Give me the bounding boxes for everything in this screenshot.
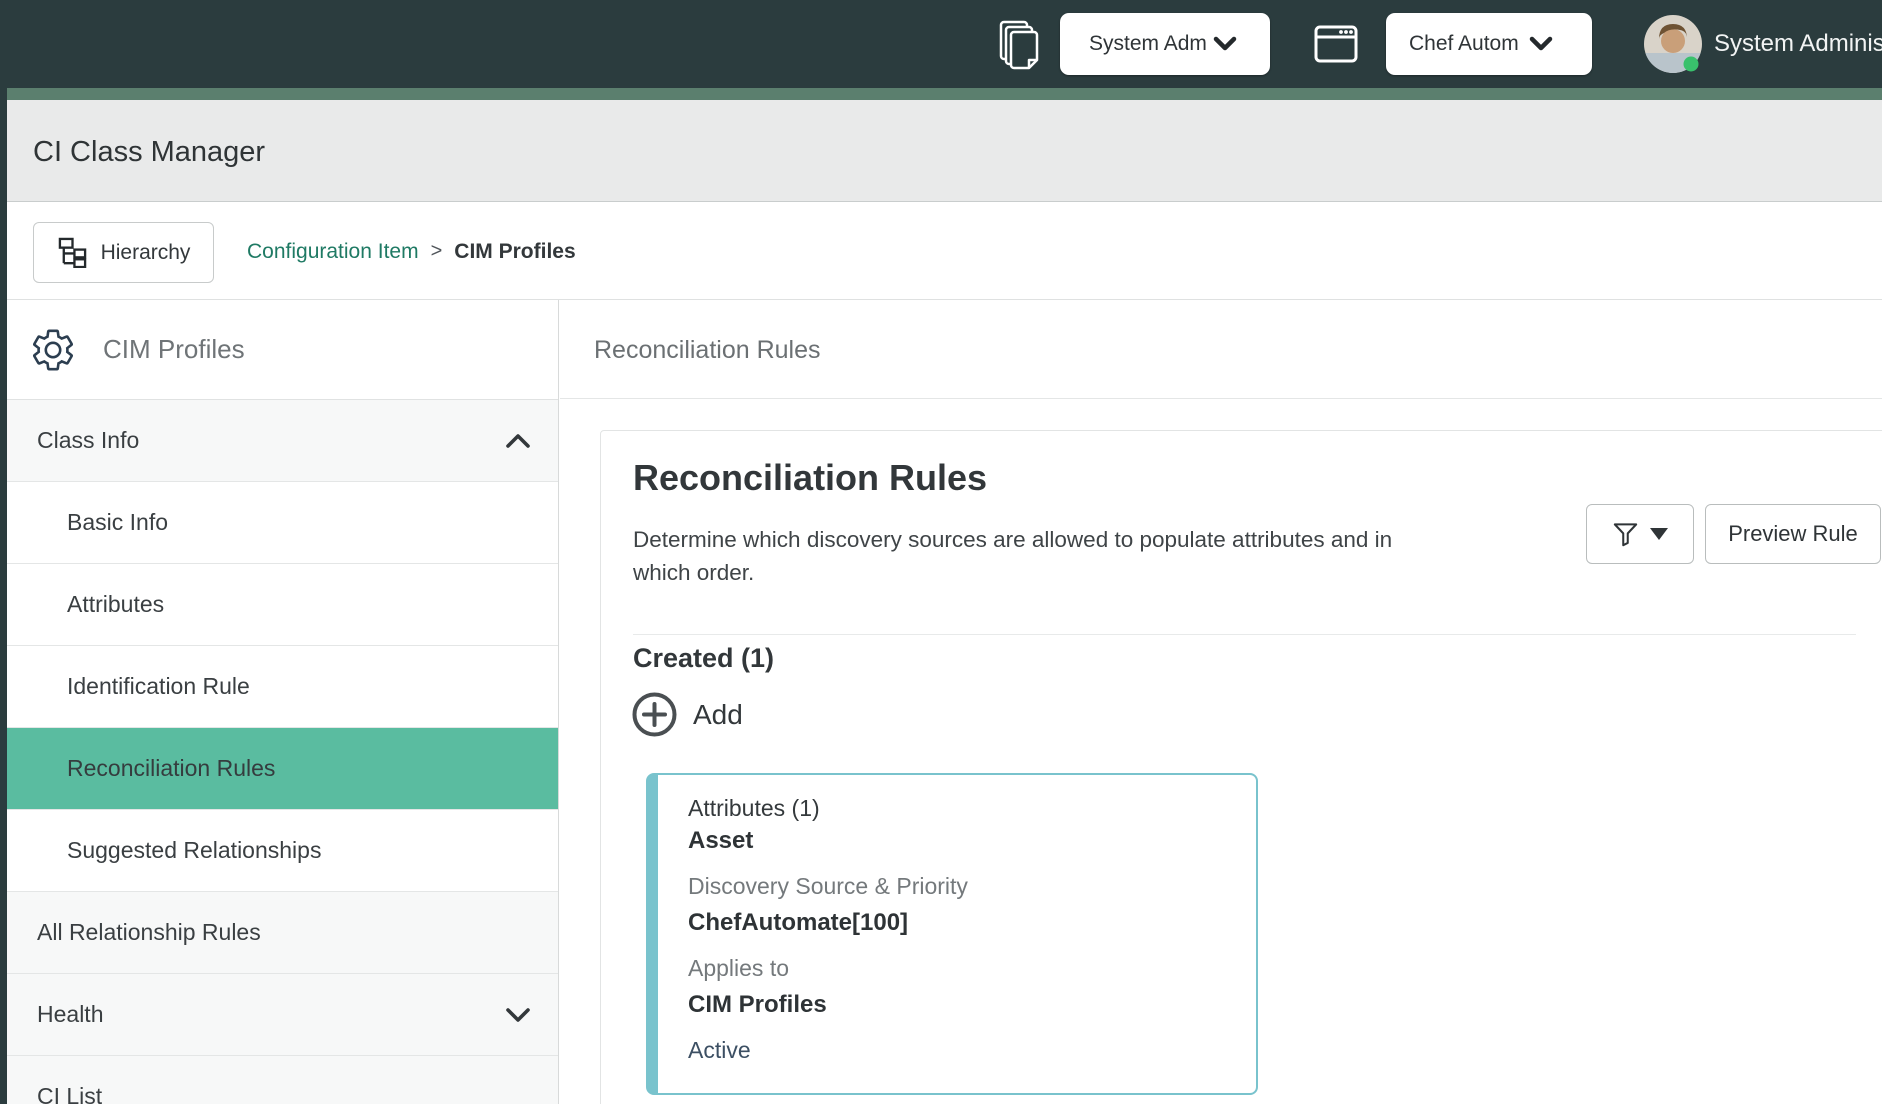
sidebar-item-label: Basic Info bbox=[67, 509, 168, 536]
ci-class-manager-app: System Adm Chef Autom bbox=[0, 0, 1882, 1104]
plus-circle-icon bbox=[631, 691, 678, 738]
hierarchy-icon bbox=[57, 237, 88, 268]
section-divider bbox=[633, 634, 1856, 635]
sidebar-item-health[interactable]: Health bbox=[7, 974, 558, 1056]
page-title: CI Class Manager bbox=[33, 100, 265, 202]
user-menu[interactable]: System Adminis bbox=[1644, 0, 1882, 88]
sidebar-item-label: Reconciliation Rules bbox=[67, 755, 275, 782]
card-description: Determine which discovery sources are al… bbox=[633, 523, 1403, 589]
preview-rule-label: Preview Rule bbox=[1728, 521, 1858, 547]
avatar bbox=[1644, 15, 1702, 73]
rule-attributes-label: Attributes (1) bbox=[688, 795, 820, 822]
reconciliation-rule-item[interactable]: Attributes (1) Asset Discovery Source & … bbox=[646, 773, 1258, 1095]
add-rule-button[interactable]: Add bbox=[631, 691, 743, 738]
page-header: CI Class Manager bbox=[7, 100, 1882, 202]
left-edge-strip bbox=[0, 88, 7, 1104]
hierarchy-button[interactable]: Hierarchy bbox=[33, 222, 214, 283]
rule-status-badge: Active bbox=[688, 1037, 751, 1064]
sidebar-item-label: All Relationship Rules bbox=[37, 919, 261, 946]
breadcrumb-current: CIM Profiles bbox=[454, 240, 575, 264]
sidebar-item-suggested-relationships[interactable]: Suggested Relationships bbox=[7, 810, 558, 892]
sidebar-item-label: Attributes bbox=[67, 591, 164, 618]
caret-down-icon bbox=[1650, 528, 1668, 540]
chevron-down-icon bbox=[1213, 36, 1237, 52]
sidebar: CIM Profiles Class Info Basic Info Attribu… bbox=[7, 300, 559, 1104]
sidebar-item-label: Suggested Relationships bbox=[67, 837, 321, 864]
rule-applies-value: CIM Profiles bbox=[688, 991, 827, 1019]
sidebar-item-class-info[interactable]: Class Info bbox=[7, 400, 558, 482]
sidebar-item-attributes[interactable]: Attributes bbox=[7, 564, 558, 646]
chevron-down-icon bbox=[504, 1006, 532, 1024]
card-title: Reconciliation Rules bbox=[633, 457, 987, 499]
breadcrumb-separator: > bbox=[431, 240, 443, 263]
main-panel-title: Reconciliation Rules bbox=[594, 300, 821, 399]
sidebar-item-label: CI List bbox=[37, 1083, 102, 1104]
sidebar-header: CIM Profiles bbox=[7, 300, 558, 400]
app-scope-dropdown[interactable]: Chef Autom bbox=[1386, 13, 1592, 75]
sidebar-nav: Class Info Basic Info Attributes Identifica… bbox=[7, 400, 558, 1104]
created-heading: Created (1) bbox=[633, 643, 774, 674]
main-panel-header: Reconciliation Rules bbox=[560, 300, 1882, 399]
window-icon[interactable] bbox=[1313, 23, 1359, 65]
sidebar-header-label: CIM Profiles bbox=[103, 334, 245, 365]
funnel-icon bbox=[1612, 521, 1639, 548]
gear-icon bbox=[29, 326, 77, 374]
user-name: System Adminis bbox=[1714, 30, 1882, 58]
add-button-label: Add bbox=[693, 699, 743, 731]
chevron-up-icon bbox=[504, 432, 532, 450]
sidebar-item-label: Health bbox=[37, 1001, 103, 1028]
app-scope-dropdown-value: Chef Autom bbox=[1409, 32, 1521, 56]
rule-source-value: ChefAutomate[100] bbox=[688, 909, 908, 937]
filter-button[interactable] bbox=[1586, 504, 1694, 564]
reconciliation-rules-card: Reconciliation Rules Determine which dis… bbox=[600, 430, 1882, 1104]
accent-strip bbox=[7, 88, 1882, 100]
sidebar-item-label: Class Info bbox=[37, 427, 139, 454]
rule-attributes-value: Asset bbox=[688, 827, 753, 855]
sidebar-item-basic-info[interactable]: Basic Info bbox=[7, 482, 558, 564]
hierarchy-button-label: Hierarchy bbox=[101, 241, 191, 265]
sidebar-item-reconciliation-rules[interactable]: Reconciliation Rules bbox=[7, 728, 558, 810]
preview-rule-button[interactable]: Preview Rule bbox=[1705, 504, 1881, 564]
role-dropdown[interactable]: System Adm bbox=[1060, 13, 1270, 75]
sidebar-item-all-relationship-rules[interactable]: All Relationship Rules bbox=[7, 892, 558, 974]
rule-source-label: Discovery Source & Priority bbox=[688, 873, 968, 900]
breadcrumb: Configuration Item > CIM Profiles bbox=[247, 203, 576, 300]
sidebar-item-ci-list[interactable]: CI List bbox=[7, 1056, 558, 1104]
role-dropdown-value: System Adm bbox=[1089, 32, 1207, 56]
breadcrumb-link-configuration-item[interactable]: Configuration Item bbox=[247, 240, 419, 264]
rule-applies-label: Applies to bbox=[688, 955, 789, 982]
chevron-down-icon bbox=[1529, 36, 1553, 52]
pages-icon[interactable] bbox=[997, 19, 1043, 71]
topbar: System Adm Chef Autom bbox=[0, 0, 1882, 88]
rule-accent-stripe bbox=[647, 774, 658, 1094]
online-status-dot bbox=[1684, 57, 1699, 72]
sidebar-item-label: Identification Rule bbox=[67, 673, 250, 700]
sidebar-item-identification-rule[interactable]: Identification Rule bbox=[7, 646, 558, 728]
breadcrumb-row: Hierarchy Configuration Item > CIM Profi… bbox=[7, 203, 1882, 300]
